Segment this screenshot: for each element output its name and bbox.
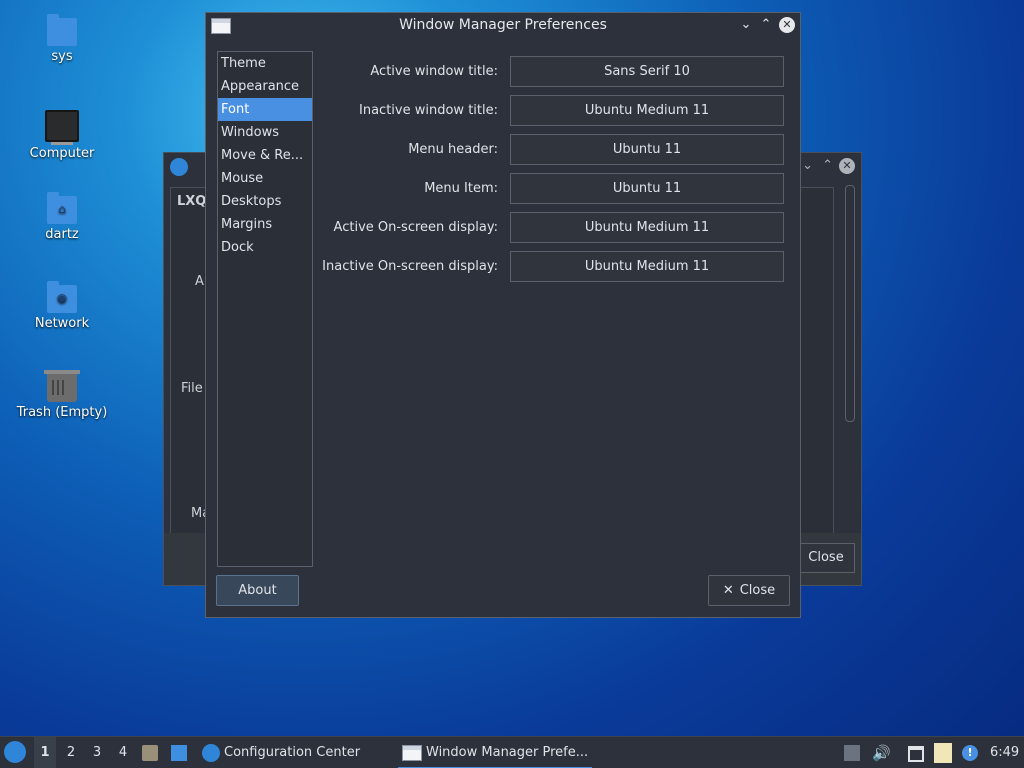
window-icon	[402, 744, 422, 761]
desktop-icon-network[interactable]: ◉ Network	[7, 281, 117, 331]
sidebar-item-dock[interactable]: Dock	[218, 236, 312, 259]
font-row-inactive-window-title: Inactive window title: Ubuntu Medium 11	[314, 95, 788, 127]
start-menu-icon[interactable]	[4, 741, 26, 763]
font-picker-button[interactable]: Ubuntu Medium 11	[510, 251, 784, 282]
font-picker-button[interactable]: Ubuntu 11	[510, 173, 784, 204]
minimize-icon[interactable]: ⌄	[738, 17, 754, 33]
sidebar-item-desktops[interactable]: Desktops	[218, 190, 312, 213]
sidebar-item-font[interactable]: Font	[218, 98, 312, 121]
task-configuration-center[interactable]: Configuration Center	[202, 737, 360, 768]
about-button[interactable]: About	[216, 575, 299, 606]
desktop-icon-label: Trash (Empty)	[16, 405, 108, 420]
network-folder-icon: ◉	[47, 281, 77, 313]
desktop-switch-3[interactable]: 3	[86, 737, 108, 768]
show-desktop-icon[interactable]	[171, 745, 187, 761]
font-label: Active window title:	[370, 64, 498, 79]
desktop-switch-2[interactable]: 2	[60, 737, 82, 768]
task-label: Window Manager Prefe...	[426, 745, 589, 760]
taskbar: 1 2 3 4 Configuration Center Window Mana…	[0, 736, 1024, 768]
computer-icon	[45, 110, 79, 145]
maximize-icon[interactable]: ⌃	[822, 158, 833, 173]
partial-text: LXQ	[177, 194, 207, 209]
font-picker-button[interactable]: Ubuntu 11	[510, 134, 784, 165]
desktop-icon-label: dartz	[45, 227, 79, 242]
desktop-icon-dartz[interactable]: ⌂ dartz	[7, 192, 117, 242]
font-picker-button[interactable]: Ubuntu Medium 11	[510, 95, 784, 126]
close-icon: ✕	[722, 583, 734, 598]
font-label: Inactive On-screen display:	[322, 259, 498, 274]
desktop-icon-sys[interactable]: sys	[7, 14, 117, 64]
file-manager-launcher-icon[interactable]	[142, 745, 158, 761]
category-list[interactable]: Theme Appearance Font Windows Move & Re.…	[217, 51, 313, 567]
task-window-manager-preferences[interactable]: Window Manager Prefe...	[398, 737, 593, 768]
desktop-icon-label: Computer	[29, 146, 95, 161]
font-picker-button[interactable]: Ubuntu Medium 11	[510, 212, 784, 243]
config-center-icon	[170, 158, 188, 176]
update-notifier-icon[interactable]: !	[962, 745, 978, 761]
desktop-switch-1[interactable]: 1	[34, 737, 56, 768]
partial-text: A	[195, 274, 204, 289]
font-row-inactive-osd: Inactive On-screen display: Ubuntu Mediu…	[314, 251, 788, 283]
font-label: Active On-screen display:	[333, 220, 498, 235]
window-titlebar[interactable]: Window Manager Preferences ⌄ ⌃ ✕	[206, 13, 800, 39]
font-label: Inactive window title:	[359, 103, 498, 118]
minimize-icon[interactable]: ⌄	[802, 158, 813, 173]
config-center-icon	[202, 743, 220, 762]
close-button[interactable]: ✕ Close	[708, 575, 790, 606]
close-icon[interactable]: ✕	[839, 158, 855, 174]
sidebar-item-move-resize[interactable]: Move & Re...	[218, 144, 312, 167]
font-label: Menu Item:	[424, 181, 498, 196]
partial-text: File	[181, 381, 203, 396]
desktop-switch-4[interactable]: 4	[112, 737, 134, 768]
maximize-icon[interactable]: ⌃	[758, 17, 774, 33]
font-picker-button[interactable]: Sans Serif 10	[510, 56, 784, 87]
sidebar-item-margins[interactable]: Margins	[218, 213, 312, 236]
volume-icon[interactable]: 🔊	[872, 745, 891, 761]
background-close-button[interactable]: Close	[797, 543, 855, 573]
folder-icon	[47, 14, 77, 46]
sidebar-item-appearance[interactable]: Appearance	[218, 75, 312, 98]
home-folder-icon: ⌂	[47, 192, 77, 224]
desktop-icon-label: Network	[34, 316, 90, 331]
trash-icon	[44, 370, 80, 402]
sidebar-item-mouse[interactable]: Mouse	[218, 167, 312, 190]
font-row-active-window-title: Active window title: Sans Serif 10	[314, 56, 788, 88]
close-icon[interactable]: ✕	[779, 17, 795, 33]
scrollbar[interactable]	[845, 185, 855, 422]
clock[interactable]: 6:49	[990, 737, 1019, 768]
sidebar-item-windows[interactable]: Windows	[218, 121, 312, 144]
window-title: Window Manager Preferences	[399, 17, 607, 33]
clipboard-icon[interactable]	[934, 743, 952, 763]
desktop-icon-computer[interactable]: Computer	[7, 110, 117, 161]
window-manager-preferences-window[interactable]: Window Manager Preferences ⌄ ⌃ ✕ Theme A…	[205, 12, 801, 618]
network-icon[interactable]	[908, 746, 924, 762]
font-row-active-osd: Active On-screen display: Ubuntu Medium …	[314, 212, 788, 244]
desktop-icon-trash[interactable]: Trash (Empty)	[7, 370, 117, 420]
font-row-menu-header: Menu header: Ubuntu 11	[314, 134, 788, 166]
task-label: Configuration Center	[224, 745, 361, 760]
font-label: Menu header:	[408, 142, 498, 157]
font-row-menu-item: Menu Item: Ubuntu 11	[314, 173, 788, 205]
notification-up-icon[interactable]	[844, 745, 860, 761]
desktop-icon-label: sys	[51, 49, 73, 64]
sidebar-item-theme[interactable]: Theme	[218, 52, 312, 75]
close-button-label: Close	[739, 583, 776, 598]
